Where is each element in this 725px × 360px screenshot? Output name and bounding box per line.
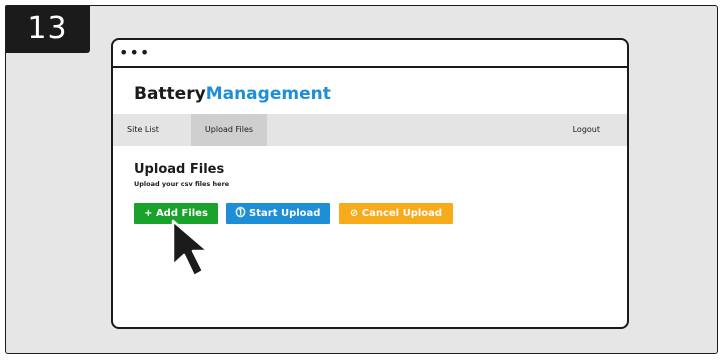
page-subtitle: Upload your csv files here (134, 180, 230, 188)
brand-part-1: Battery (134, 84, 206, 104)
page-title: Upload Files (134, 162, 225, 177)
cancel-upload-button[interactable]: ⊘ Cancel Upload (339, 203, 453, 224)
window-titlebar: ••• (113, 40, 627, 68)
nav-logout[interactable]: Logout (573, 114, 600, 146)
start-upload-button[interactable]: ⓵ Start Upload (226, 203, 330, 224)
browser-window: ••• BatteryManagement Site List Upload F… (111, 38, 629, 329)
nav-bar: Site List Upload Files Logout (113, 114, 627, 146)
step-number-badge: 13 (5, 5, 90, 53)
window-dots-icon: ••• (119, 43, 151, 62)
mouse-pointer-icon (171, 219, 210, 278)
brand-part-2: Management (205, 84, 331, 104)
app-brand: BatteryManagement (134, 84, 331, 104)
nav-upload-files[interactable]: Upload Files (191, 114, 267, 146)
nav-site-list[interactable]: Site List (127, 114, 159, 146)
